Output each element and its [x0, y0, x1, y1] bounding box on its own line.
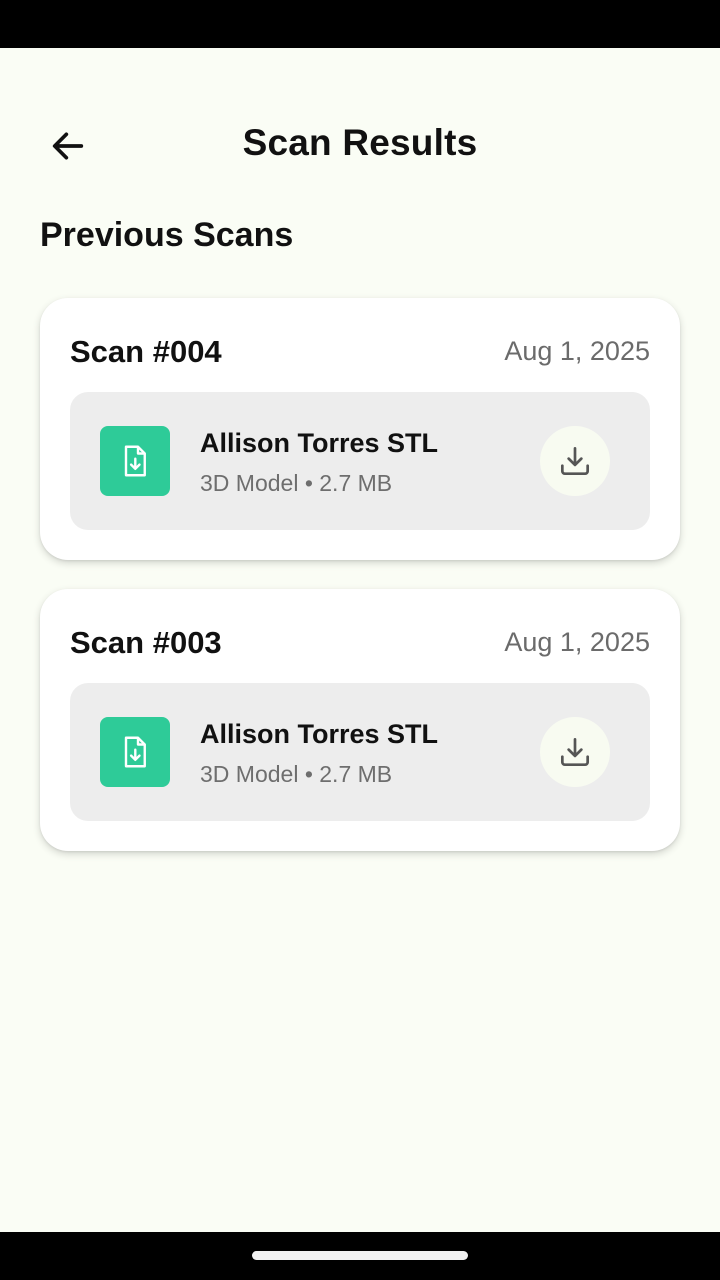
file-name: Allison Torres STL [200, 428, 439, 458]
file-download-icon [100, 717, 170, 787]
file-row[interactable]: Allison Torres STL 3D Model • 2.7 MB [70, 683, 650, 821]
home-handle[interactable] [252, 1251, 468, 1260]
scan-title: Scan #003 [70, 625, 222, 660]
scan-date: Aug 1, 2025 [504, 336, 650, 366]
scan-card: Scan #003 Aug 1, 2025 Allison Torres STL… [40, 589, 680, 851]
file-meta: 3D Model • 2.7 MB [200, 470, 393, 496]
scan-card: Scan #004 Aug 1, 2025 Allison Torres STL… [40, 298, 680, 560]
file-download-icon [100, 426, 170, 496]
download-button[interactable] [540, 717, 610, 787]
file-meta: 3D Model • 2.7 MB [200, 761, 393, 787]
screen: Scan Results Previous Scans Scan #004 Au… [0, 48, 720, 1232]
scan-title: Scan #004 [70, 334, 222, 369]
file-row[interactable]: Allison Torres STL 3D Model • 2.7 MB [70, 392, 650, 530]
download-icon [560, 446, 590, 476]
section-title: Previous Scans [40, 216, 294, 254]
download-button[interactable] [540, 426, 610, 496]
page-title: Scan Results [242, 122, 478, 163]
download-icon [560, 737, 590, 767]
scan-date: Aug 1, 2025 [504, 627, 650, 657]
navigation-bar [0, 1232, 720, 1280]
status-bar [0, 0, 720, 48]
file-name: Allison Torres STL [200, 719, 439, 749]
